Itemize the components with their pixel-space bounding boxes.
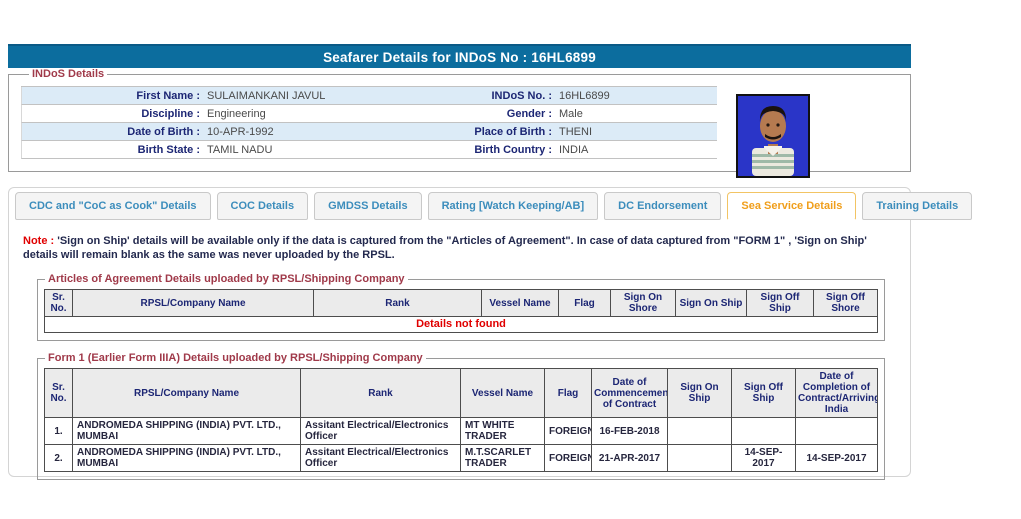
indos-details-grid: First Name :SULAIMANKANI JAVULINDoS No. … [21, 86, 717, 159]
table-cell: FOREIGN [545, 418, 592, 445]
field-value: 16HL6899 [552, 90, 717, 102]
seafarer-photo-image [738, 96, 808, 176]
column-header: Vessel Name [482, 290, 559, 317]
column-header: RPSL/Company Name [73, 369, 301, 418]
sea-service-tab-content: Note : 'Sign on Ship' details will be av… [9, 220, 910, 480]
table-cell: 16-FEB-2018 [592, 418, 668, 445]
table-row: 1.ANDROMEDA SHIPPING (INDIA) PVT. LTD., … [45, 418, 878, 445]
indos-detail-row: First Name :SULAIMANKANI JAVULINDoS No. … [21, 87, 717, 105]
note-body: 'Sign on Ship' details will be available… [23, 235, 867, 261]
table-cell: Assitant Electrical/Electronics Officer [301, 445, 461, 472]
note-text: Note : 'Sign on Ship' details will be av… [23, 234, 895, 262]
table-cell: MT WHITE TRADER [461, 418, 545, 445]
field-value: SULAIMANKANI JAVUL [200, 90, 426, 102]
table-cell [668, 445, 732, 472]
field-label: Discipline : [22, 108, 200, 120]
field-value: Male [552, 108, 717, 120]
page-title: Seafarer Details for INDoS No : 16HL6899 [8, 44, 911, 68]
field-label: Place of Birth : [426, 126, 552, 138]
table-cell: ANDROMEDA SHIPPING (INDIA) PVT. LTD., MU… [73, 445, 301, 472]
indos-detail-row: Birth State :TAMIL NADUBirth Country :IN… [21, 141, 717, 159]
details-not-found-message: Details not found [45, 317, 878, 333]
field-label: Birth Country : [426, 144, 552, 156]
table-cell: 1. [45, 418, 73, 445]
field-label: Date of Birth : [22, 126, 200, 138]
field-label: First Name : [22, 90, 200, 102]
column-header: Vessel Name [461, 369, 545, 418]
indos-detail-row: Discipline :EngineeringGender :Male [21, 105, 717, 123]
column-header: Flag [559, 290, 611, 317]
table-cell: 2. [45, 445, 73, 472]
tab-dc-endorsement[interactable]: DC Endorsement [604, 192, 721, 220]
table-cell: FOREIGN [545, 445, 592, 472]
form1-table: Sr. No.RPSL/Company NameRankVessel NameF… [44, 368, 878, 472]
indos-details-section: INDoS Details First Name :SULAIMANKANI J… [8, 68, 911, 172]
table-cell: 14-SEP-2017 [796, 445, 878, 472]
column-header: RPSL/Company Name [73, 290, 314, 317]
column-header: Sign Off Ship [747, 290, 814, 317]
table-cell: M.T.SCARLET TRADER [461, 445, 545, 472]
table-cell: 14-SEP-2017 [732, 445, 796, 472]
indos-details-legend: INDoS Details [29, 68, 107, 80]
field-value: Engineering [200, 108, 426, 120]
form1-section: Form 1 (Earlier Form IIIA) Details uploa… [37, 352, 885, 480]
table-cell [668, 418, 732, 445]
table-cell: Assitant Electrical/Electronics Officer [301, 418, 461, 445]
articles-of-agreement-section: Articles of Agreement Details uploaded b… [37, 273, 885, 341]
field-label: Birth State : [22, 144, 200, 156]
field-value: INDIA [552, 144, 717, 156]
column-header: Sr. No. [45, 290, 73, 317]
indos-detail-row: Date of Birth :10-APR-1992Place of Birth… [21, 123, 717, 141]
tab-panel: CDC and "CoC as Cook" DetailsCOC Details… [8, 187, 911, 477]
column-header: Sr. No. [45, 369, 73, 418]
table-cell: ANDROMEDA SHIPPING (INDIA) PVT. LTD., MU… [73, 418, 301, 445]
table-cell [732, 418, 796, 445]
field-label: INDoS No. : [426, 90, 552, 102]
column-header: Flag [545, 369, 592, 418]
field-value: TAMIL NADU [200, 144, 426, 156]
column-header: Sign On Ship [676, 290, 747, 317]
articles-legend: Articles of Agreement Details uploaded b… [45, 273, 408, 285]
column-header: Sign On Ship [668, 369, 732, 418]
note-label: Note : [23, 235, 54, 247]
column-header: Sign Off Shore [814, 290, 878, 317]
table-cell: 21-APR-2017 [592, 445, 668, 472]
tab-coc-details[interactable]: COC Details [217, 192, 309, 220]
empty-row: Details not found [45, 317, 878, 333]
form1-legend: Form 1 (Earlier Form IIIA) Details uploa… [45, 352, 426, 364]
tab-sea-service-details[interactable]: Sea Service Details [727, 192, 856, 220]
field-value: 10-APR-1992 [200, 126, 426, 138]
seafarer-details-page: Seafarer Details for INDoS No : 16HL6899… [8, 44, 911, 477]
seafarer-photo [736, 94, 810, 178]
field-value: THENI [552, 126, 717, 138]
articles-of-agreement-table: Sr. No.RPSL/Company NameRankVessel NameF… [44, 289, 878, 333]
column-header: Date of Completion of Contract/Arriving … [796, 369, 878, 418]
tab-gmdss-details[interactable]: GMDSS Details [314, 192, 421, 220]
column-header: Sign On Shore [611, 290, 676, 317]
tab-cdc-and-coc-as-cook-details[interactable]: CDC and "CoC as Cook" Details [15, 192, 211, 220]
tab-strip: CDC and "CoC as Cook" DetailsCOC Details… [9, 188, 910, 220]
column-header: Date of Commencement of Contract [592, 369, 668, 418]
tab-rating-watch-keeping-ab[interactable]: Rating [Watch Keeping/AB] [428, 192, 599, 220]
field-label: Gender : [426, 108, 552, 120]
tab-training-details[interactable]: Training Details [862, 192, 972, 220]
column-header: Sign Off Ship [732, 369, 796, 418]
table-row: 2.ANDROMEDA SHIPPING (INDIA) PVT. LTD., … [45, 445, 878, 472]
column-header: Rank [301, 369, 461, 418]
table-cell [796, 418, 878, 445]
column-header: Rank [314, 290, 482, 317]
